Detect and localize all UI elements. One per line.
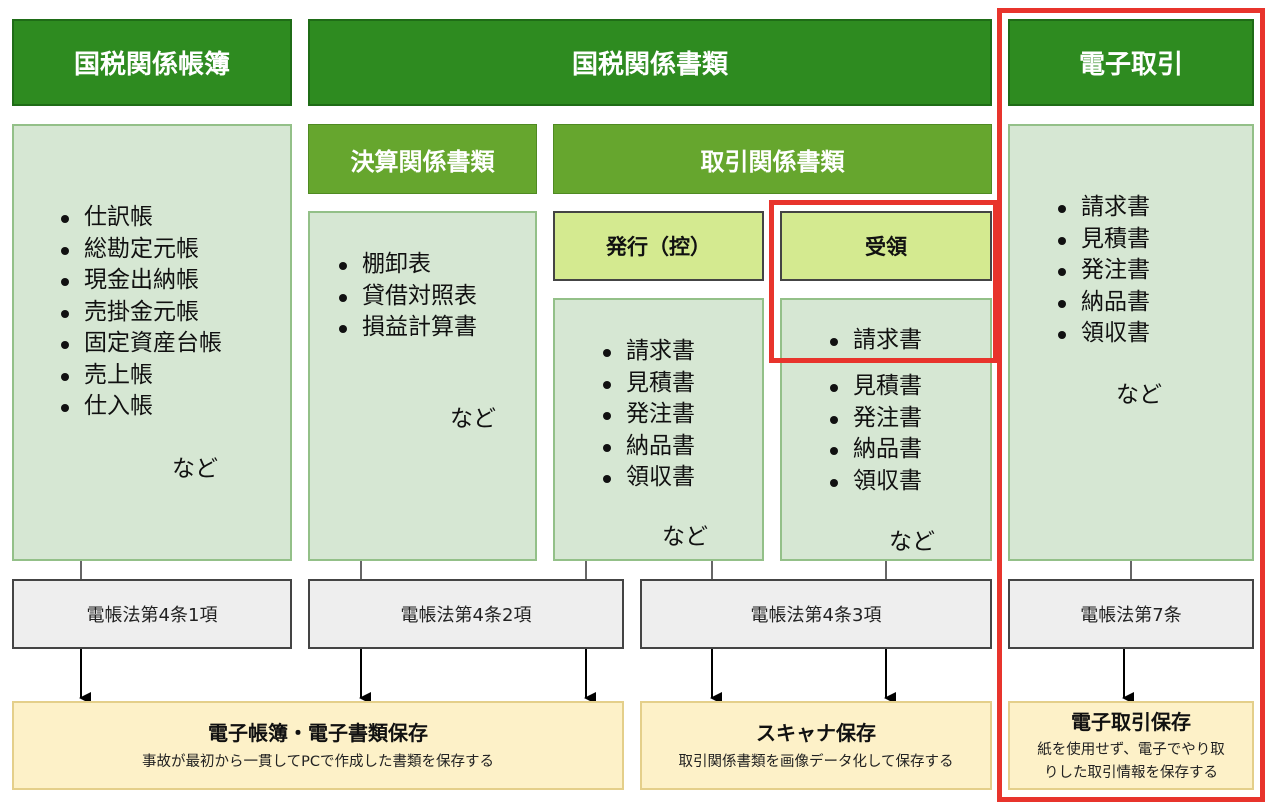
list-item: 領収書 [600, 462, 695, 494]
list-item: 見積書 [827, 371, 922, 403]
result-ebook-desc: 事故が最初から一貫してPCで作成した書類を保存する [142, 754, 494, 770]
list-item: 発注書 [827, 403, 922, 435]
etc-settlement: など [450, 406, 496, 432]
law-label: 電帳法第4条2項 [400, 605, 532, 626]
etc-issued: など [662, 524, 708, 550]
subheader-settlement: 決算関係書類 [308, 124, 537, 194]
subheader-transaction: 取引関係書類 [553, 124, 992, 194]
result-scan: スキャナ保存 取引関係書類を画像データ化して保存する [640, 701, 992, 790]
result-scan-desc: 取引関係書類を画像データ化して保存する [678, 754, 954, 770]
list-item: 売上帳 [58, 360, 222, 392]
subheader-issued-label: 発行（控） [606, 235, 711, 259]
law-label: 電帳法第4条1項 [86, 605, 218, 626]
subheader-transaction-label: 取引関係書類 [700, 147, 845, 176]
list-item: 納品書 [827, 434, 922, 466]
list-item: 総勘定元帳 [58, 234, 222, 266]
list-item: 見積書 [600, 368, 695, 400]
law-box-4-1: 電帳法第4条1項 [12, 579, 292, 649]
header-books-label: 国税関係帳簿 [73, 50, 230, 80]
list-books: 仕訳帳 総勘定元帳 現金出納帳 売掛金元帳 固定資産台帳 売上帳 仕入帳 [58, 202, 222, 423]
highlight-frame-etrans [997, 8, 1265, 802]
etc-books: など [172, 456, 218, 482]
list-item: 棚卸表 [336, 249, 477, 281]
subheader-issued: 発行（控） [553, 211, 764, 281]
list-item: 仕訳帳 [58, 202, 222, 234]
list-settlement: 棚卸表 貸借対照表 損益計算書 [336, 249, 477, 344]
list-item: 領収書 [827, 466, 922, 498]
law-box-4-3: 電帳法第4条3項 [640, 579, 992, 649]
list-item: 請求書 [600, 336, 695, 368]
subheader-settlement-label: 決算関係書類 [350, 147, 495, 176]
result-ebook-title: 電子帳簿・電子書類保存 [208, 721, 428, 745]
list-item: 現金出納帳 [58, 265, 222, 297]
list-received: 見積書 発注書 納品書 領収書 [827, 371, 922, 497]
result-scan-title: スキャナ保存 [756, 721, 876, 745]
header-documents: 国税関係書類 [308, 19, 992, 106]
list-issued: 請求書 見積書 発注書 納品書 領収書 [600, 336, 695, 494]
list-item: 売掛金元帳 [58, 297, 222, 329]
list-item: 仕入帳 [58, 391, 222, 423]
law-box-4-2: 電帳法第4条2項 [308, 579, 624, 649]
list-item: 損益計算書 [336, 312, 477, 344]
law-label: 電帳法第4条3項 [750, 605, 882, 626]
list-item: 貸借対照表 [336, 281, 477, 313]
highlight-frame-received [769, 200, 998, 363]
etc-received: など [889, 529, 935, 555]
result-ebook: 電子帳簿・電子書類保存 事故が最初から一貫してPCで作成した書類を保存する [12, 701, 624, 790]
list-item: 固定資産台帳 [58, 328, 222, 360]
list-item: 納品書 [600, 431, 695, 463]
list-item: 発注書 [600, 399, 695, 431]
header-books: 国税関係帳簿 [12, 19, 292, 106]
header-documents-label: 国税関係書類 [571, 50, 728, 80]
